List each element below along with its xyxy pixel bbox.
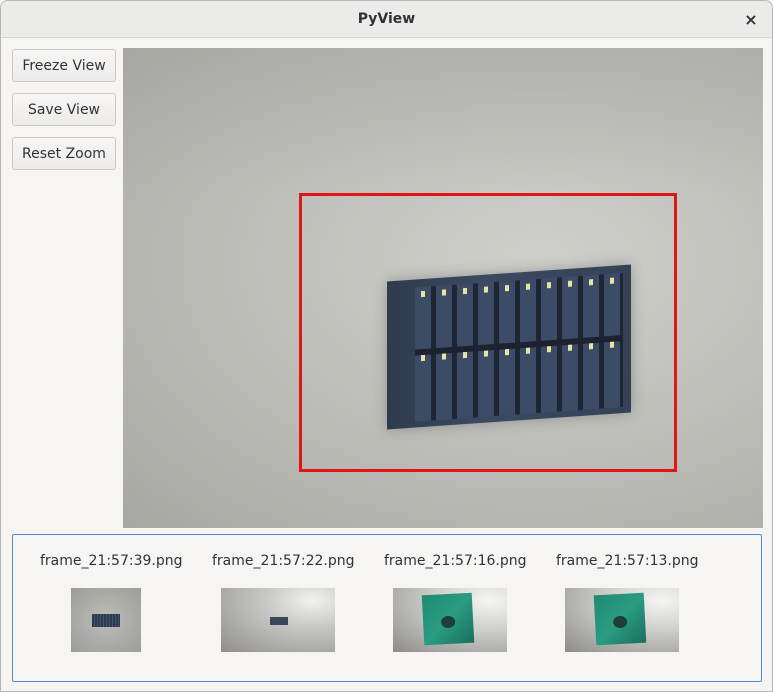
title-bar: PyView × xyxy=(1,1,772,38)
thumbnail-image[interactable] xyxy=(71,588,141,652)
thumbnail-image[interactable] xyxy=(565,588,679,652)
window-title: PyView xyxy=(357,11,416,27)
thumbnail-image[interactable] xyxy=(221,588,335,652)
close-icon[interactable]: × xyxy=(740,8,762,30)
freeze-view-button[interactable]: Freeze View xyxy=(12,49,116,82)
reset-zoom-button[interactable]: Reset Zoom xyxy=(12,137,116,170)
control-panel: Freeze View Save View Reset Zoom xyxy=(12,49,116,181)
roi-rectangle[interactable] xyxy=(299,193,677,472)
thumbnail-label: frame_21:57:22.png xyxy=(212,553,355,569)
board-spot xyxy=(440,615,456,629)
battery-thumb-object xyxy=(92,614,120,627)
thumbnail-image[interactable] xyxy=(393,588,507,652)
camera-view[interactable] xyxy=(123,48,763,528)
thumbnail-label: frame_21:57:16.png xyxy=(384,553,527,569)
green-board-object xyxy=(593,592,647,646)
green-board-object xyxy=(421,592,475,646)
save-view-button[interactable]: Save View xyxy=(12,93,116,126)
snapshot-gallery: frame_21:57:39.png frame_21:57:22.png fr… xyxy=(12,534,762,682)
thumbnail-label: frame_21:57:13.png xyxy=(556,553,699,569)
thumbnail-label: frame_21:57:39.png xyxy=(40,553,183,569)
app-window: PyView × Freeze View Save View Reset Zoo… xyxy=(0,0,773,692)
board-spot xyxy=(612,615,628,629)
battery-thumb-object xyxy=(270,617,288,625)
